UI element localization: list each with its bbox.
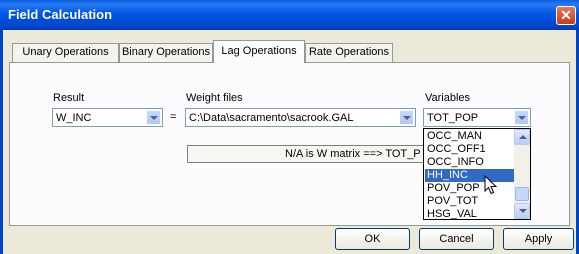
tab-unary-operations[interactable]: Unary Operations	[12, 43, 119, 62]
mouse-cursor-icon	[484, 175, 498, 195]
weight-dropdown-button[interactable]	[399, 110, 414, 125]
variables-dropdown-button[interactable]	[514, 110, 529, 125]
result-label: Result	[53, 92, 85, 104]
result-dropdown-button[interactable]	[146, 110, 161, 125]
apply-button[interactable]: Apply	[503, 228, 574, 250]
tab-lag-operations[interactable]: Lag Operations	[213, 40, 305, 63]
list-item[interactable]: OCC_MAN	[425, 130, 516, 143]
list-item[interactable]: OCC_INFO	[425, 156, 516, 169]
result-combo[interactable]: W_INC	[52, 108, 163, 127]
chevron-down-icon	[150, 116, 158, 120]
scroll-thumb[interactable]	[515, 187, 529, 201]
tab-rate-operations[interactable]: Rate Operations	[305, 43, 393, 62]
title-bar[interactable]: Field Calculation ✕	[0, 0, 579, 30]
scroll-down-button[interactable]	[514, 203, 530, 219]
list-item-selected[interactable]: HH_INC	[425, 169, 516, 182]
close-icon: ✕	[560, 7, 572, 23]
weight-files-value: C:\Data\sacramento\sacrook.GAL	[189, 112, 354, 124]
chevron-down-icon	[519, 209, 527, 213]
variables-value: TOT_POP	[427, 112, 479, 124]
equals-sign: =	[170, 111, 177, 123]
scroll-up-button[interactable]	[514, 129, 530, 145]
cancel-button[interactable]: Cancel	[419, 228, 494, 250]
weight-files-label: Weight files	[186, 92, 243, 104]
chevron-down-icon	[403, 116, 411, 120]
status-message-text: N/A is W matrix ==> TOT_P	[285, 148, 421, 160]
weight-files-combo[interactable]: C:\Data\sacramento\sacrook.GAL	[185, 108, 416, 127]
variables-label: Variables	[425, 92, 471, 104]
window-frame-left	[0, 30, 3, 254]
tab-label: Unary Operations	[22, 46, 109, 58]
tab-binary-operations[interactable]: Binary Operations	[119, 43, 213, 62]
list-item[interactable]: POV_TOT	[425, 195, 516, 208]
chevron-down-icon	[518, 116, 526, 120]
tab-label: Rate Operations	[308, 46, 390, 58]
window-title: Field Calculation	[8, 7, 113, 22]
ok-button[interactable]: OK	[335, 228, 410, 250]
list-item[interactable]: POV_POP	[425, 182, 516, 195]
variables-combo[interactable]: TOT_POP	[423, 108, 531, 127]
tab-label: Lag Operations	[221, 45, 297, 57]
variables-dropdown-list[interactable]: OCC_MAN OCC_OFF1 OCC_INFO HH_INC POV_POP…	[423, 128, 531, 220]
tab-label: Binary Operations	[121, 46, 211, 58]
list-scrollbar[interactable]	[514, 129, 530, 219]
list-item[interactable]: HSG_VAL	[425, 208, 516, 219]
status-message: N/A is W matrix ==> TOT_P	[187, 145, 426, 163]
chevron-up-icon	[519, 135, 527, 139]
list-item[interactable]: OCC_OFF1	[425, 143, 516, 156]
close-button[interactable]: ✕	[556, 6, 576, 25]
result-value: W_INC	[56, 112, 92, 124]
